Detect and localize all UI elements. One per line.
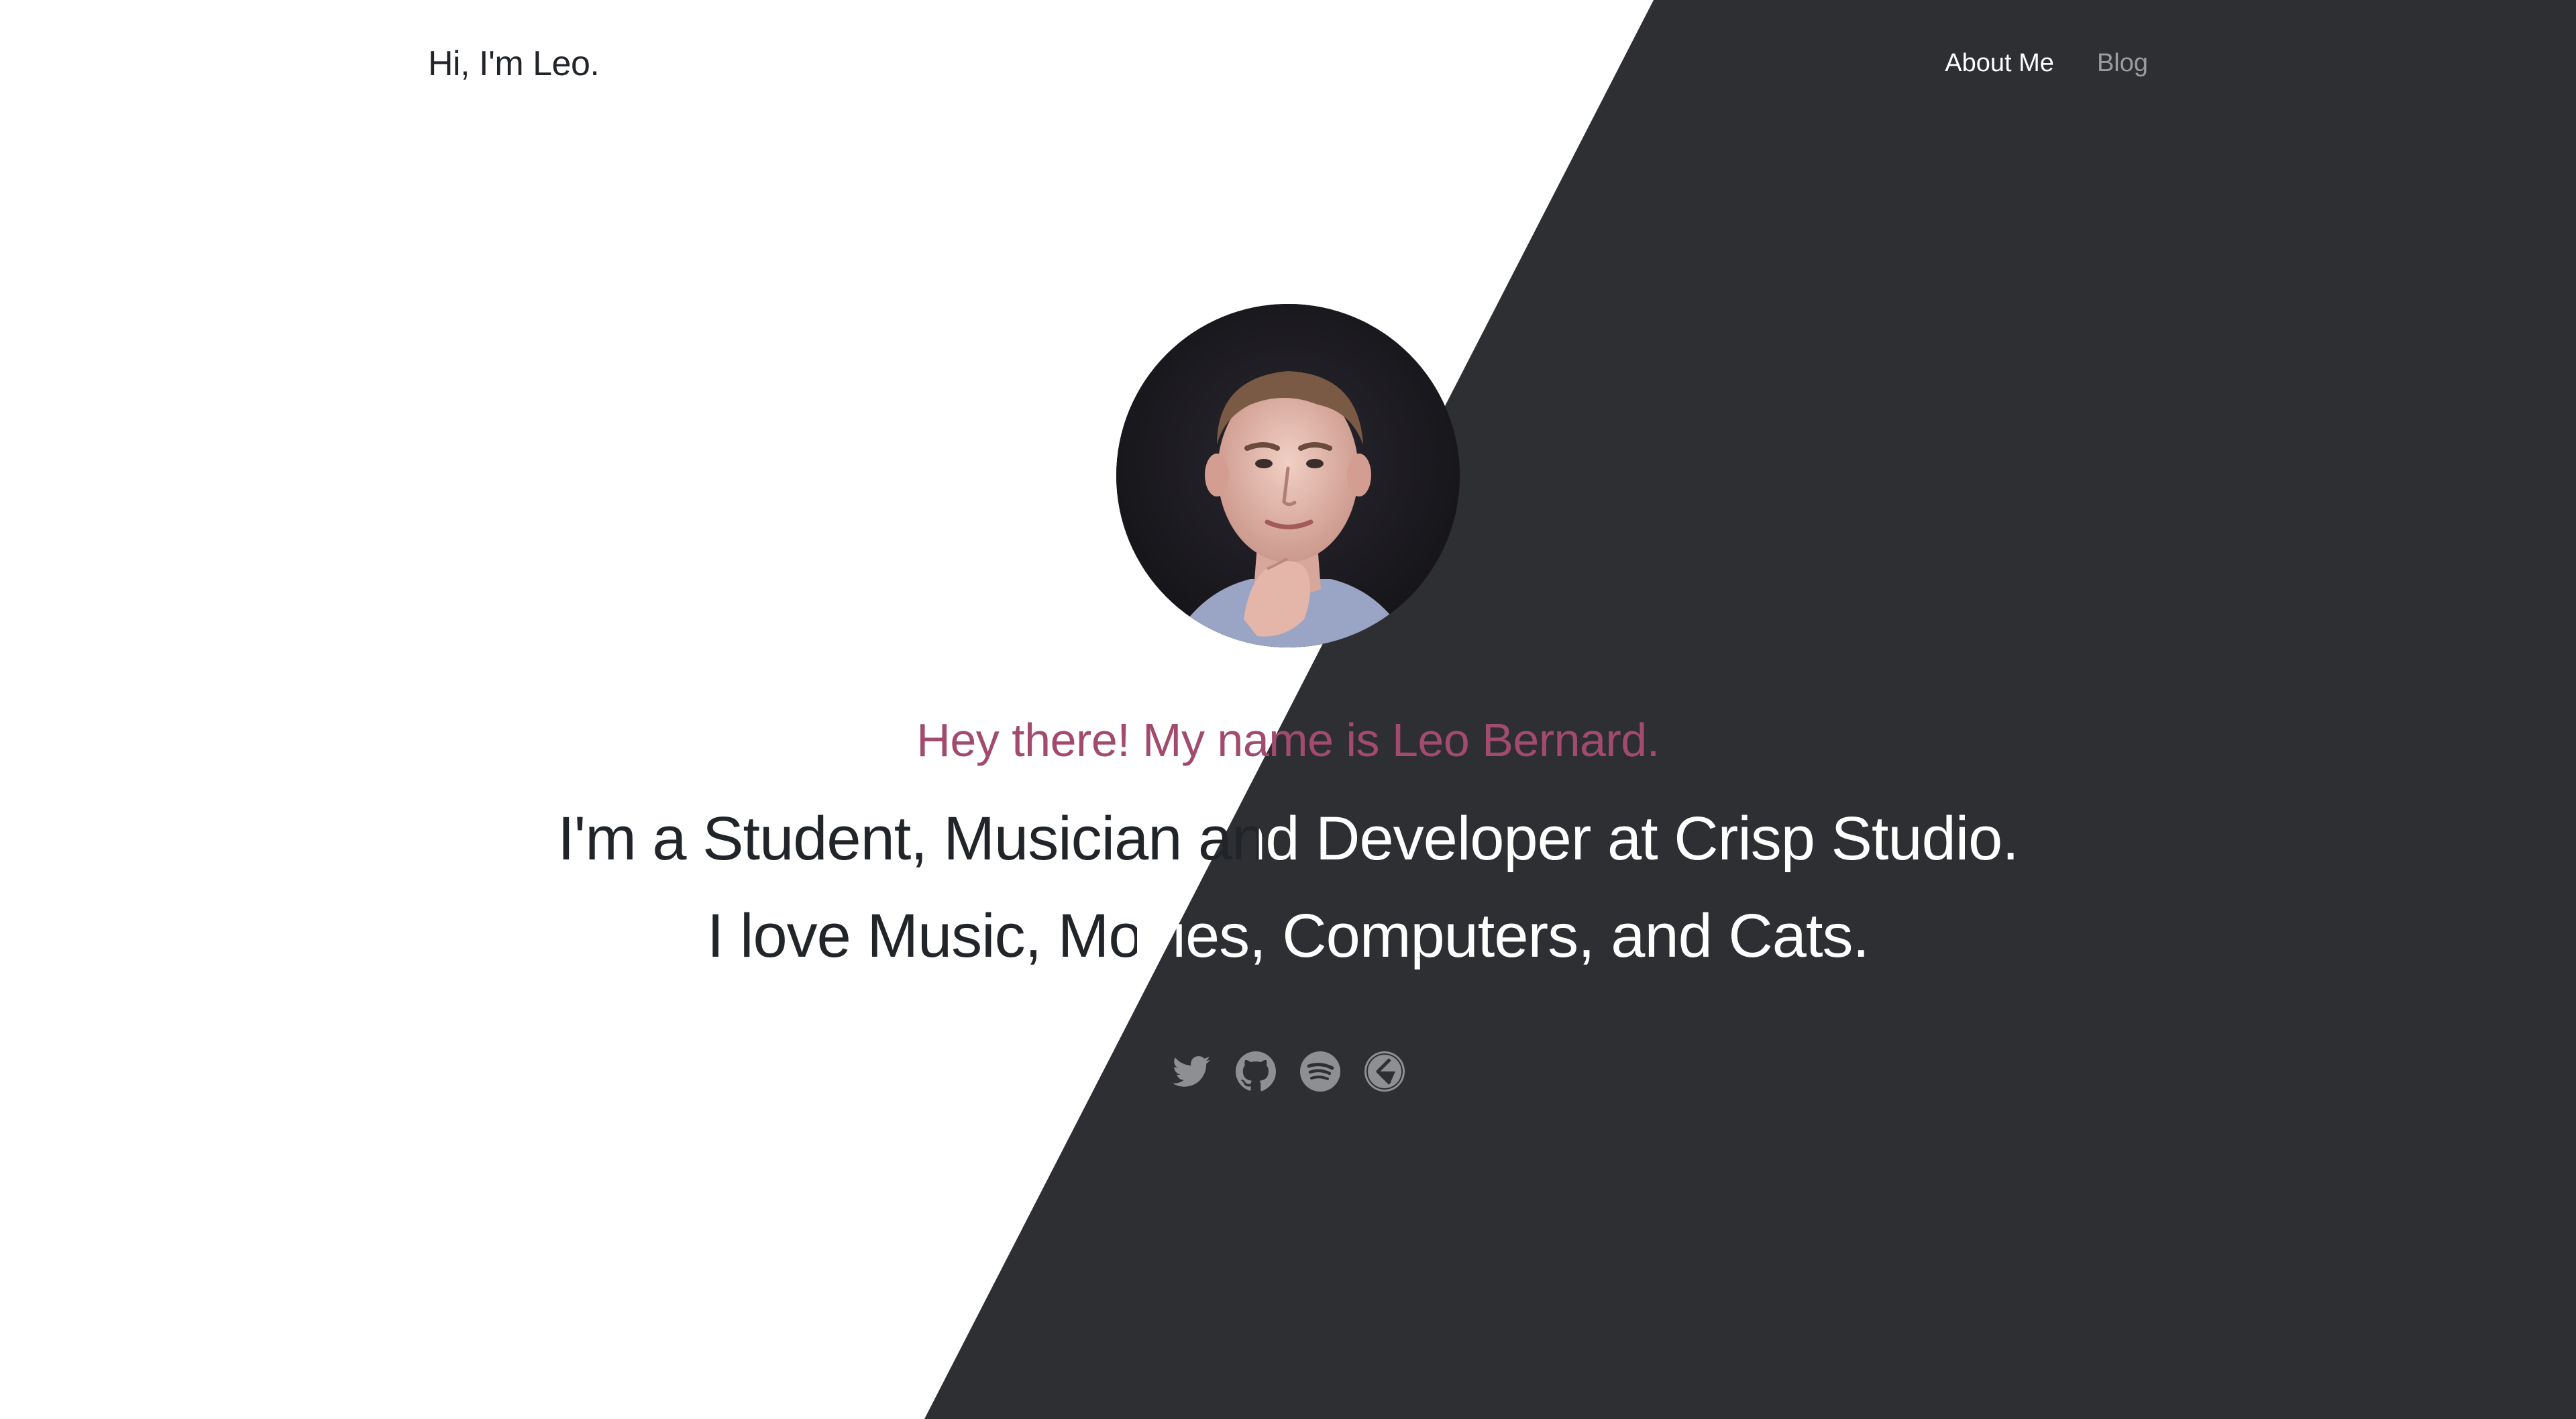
crisp-studio-link[interactable] (1363, 1050, 1406, 1093)
intro-line-role: I'm a Student, Musician and Developer at… (0, 798, 2576, 879)
crisp-studio-icon (1364, 1051, 1405, 1092)
page: Hi, I'm Leo. About Me Blog Hey there! My… (0, 0, 2576, 1419)
main-nav: About Me Blog (1945, 44, 2148, 82)
twitter-icon (1172, 1056, 1210, 1087)
intro-line-role-text: I'm a Student, Musician and Developer at… (557, 798, 2019, 879)
nav-about-me-link[interactable]: About Me (1945, 44, 2054, 82)
spotify-icon (1300, 1051, 1340, 1092)
greeting-text: Hey there! My name is Leo Bernard. (916, 714, 1660, 766)
intro-line-interests: I love Music, Movies, Computers, and Cat… (0, 896, 2576, 976)
github-link[interactable] (1234, 1050, 1277, 1093)
intro-line-interests-text: I love Music, Movies, Computers, and Cat… (707, 896, 1870, 976)
social-links (0, 1050, 2576, 1093)
github-icon (1236, 1051, 1276, 1092)
twitter-link[interactable] (1170, 1050, 1213, 1093)
site-brand-link[interactable]: Hi, I'm Leo. (428, 40, 600, 87)
spotify-link[interactable] (1299, 1050, 1342, 1093)
nav-blog-link[interactable]: Blog (2097, 44, 2148, 82)
profile-avatar (1116, 304, 1460, 647)
